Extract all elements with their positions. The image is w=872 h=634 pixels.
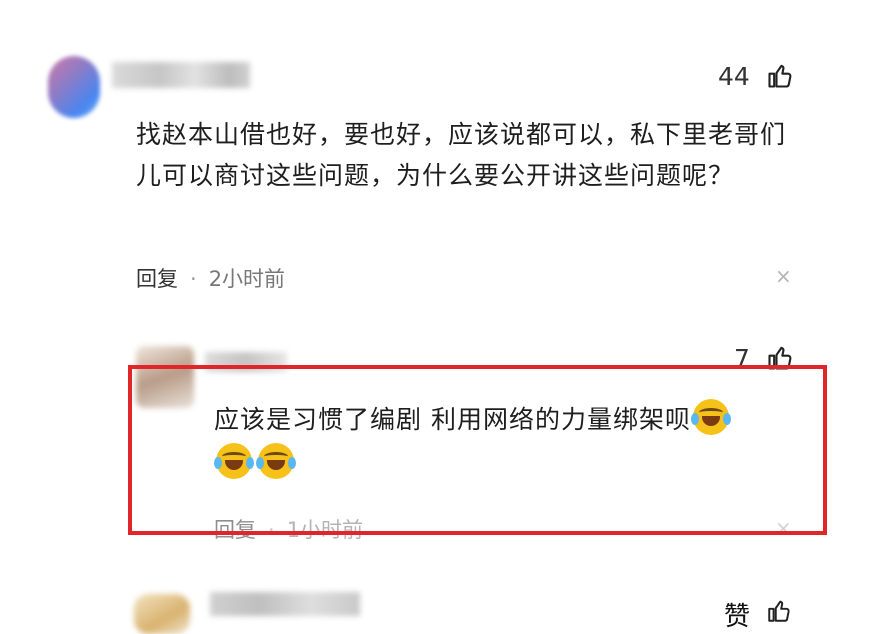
like-label[interactable]: 赞 xyxy=(724,596,750,633)
thumbs-up-icon[interactable] xyxy=(766,62,794,90)
comment-time: 2小时前 xyxy=(208,267,286,291)
commenter-avatar[interactable] xyxy=(134,594,190,634)
comment-meta: 回复 · 2小时前 xyxy=(136,263,285,293)
comment-text: 找赵本山借也好，要也好，应该说都可以，私下里老哥们儿可以商讨这些问题，为什么要公… xyxy=(136,120,787,190)
separator-dot: · xyxy=(190,267,197,291)
close-icon[interactable]: × xyxy=(775,264,792,288)
commenter-name-blurred[interactable] xyxy=(210,592,360,616)
comment-like-count: 44 xyxy=(718,62,750,91)
thumbs-up-icon[interactable] xyxy=(766,598,792,624)
highlight-box xyxy=(128,365,827,535)
commenter-name-blurred[interactable] xyxy=(112,62,250,88)
commenter-avatar[interactable] xyxy=(48,56,100,118)
reply-button[interactable]: 回复 xyxy=(136,267,178,291)
